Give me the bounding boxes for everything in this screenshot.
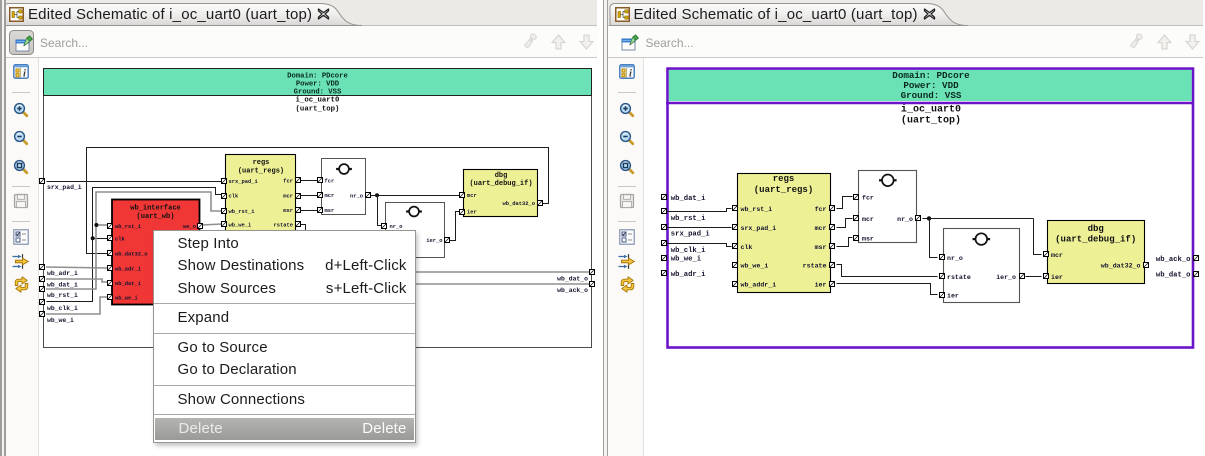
svg-text:msr: msr <box>325 208 335 214</box>
svg-text:srx_pad_i: srx_pad_i <box>671 230 711 238</box>
svg-text:wb_we_i: wb_we_i <box>671 255 702 263</box>
svg-text:wb_ack_o: wb_ack_o <box>1156 256 1191 264</box>
svg-text:wb_dat_i: wb_dat_i <box>47 282 78 289</box>
svg-text:wb_we_i: wb_we_i <box>229 223 252 229</box>
svg-text:wb_adr_i: wb_adr_i <box>671 271 706 279</box>
svg-text:clk: clk <box>741 244 753 251</box>
svg-text:fcr: fcr <box>325 178 335 184</box>
svg-text:wb_ack_o: wb_ack_o <box>557 287 588 294</box>
svg-text:mcr: mcr <box>325 193 335 199</box>
svg-text:msr: msr <box>283 208 293 214</box>
svg-text:dbg: dbg <box>495 172 508 180</box>
svg-text:regs: regs <box>773 174 795 184</box>
svg-text:mcr: mcr <box>283 194 293 200</box>
svg-text:wb_dat_o: wb_dat_o <box>1156 271 1191 279</box>
svg-text:wb_clk_i: wb_clk_i <box>671 247 706 255</box>
svg-text:ier: ier <box>815 282 827 289</box>
svg-text:wb_rst_i: wb_rst_i <box>671 215 706 223</box>
svg-text:ier: ier <box>947 293 959 300</box>
svg-text:(uart_regs): (uart_regs) <box>754 185 814 195</box>
svg-text:rstate: rstate <box>947 274 971 281</box>
svg-text:msr: msr <box>815 244 827 251</box>
svg-text:wb_dat32_o: wb_dat32_o <box>503 201 536 207</box>
svg-text:clk: clk <box>115 237 125 243</box>
svg-text:rstate: rstate <box>803 263 827 270</box>
svg-text:wb_rst_i: wb_rst_i <box>741 206 773 213</box>
svg-text:wb_dat_i: wb_dat_i <box>115 281 142 287</box>
svg-text:wb_we_i: wb_we_i <box>741 263 769 270</box>
svg-text:Domain: PDcore: Domain: PDcore <box>287 72 348 80</box>
svg-text:regs: regs <box>253 159 270 167</box>
svg-text:ier_o: ier_o <box>996 274 1016 281</box>
svg-text:(uart_debug_if): (uart_debug_if) <box>469 180 532 188</box>
svg-text:dbg: dbg <box>1088 224 1104 234</box>
svg-text:wb_rst_i: wb_rst_i <box>229 209 256 215</box>
svg-text:wb_adr_i: wb_adr_i <box>115 266 142 272</box>
svg-text:Ground: VSS: Ground: VSS <box>901 90 962 101</box>
svg-text:srx_pad_i: srx_pad_i <box>229 179 259 185</box>
svg-text:wb_dat32_o: wb_dat32_o <box>1101 263 1141 270</box>
svg-text:wb_rst_i: wb_rst_i <box>115 224 142 230</box>
svg-text:wb_dat32_o: wb_dat32_o <box>115 251 148 257</box>
svg-text:(uart_regs): (uart_regs) <box>238 167 284 175</box>
svg-text:ier: ier <box>467 210 477 216</box>
svg-text:i_oc_uart0: i_oc_uart0 <box>901 104 961 116</box>
svg-text:wb_adr_i: wb_adr_i <box>47 270 78 277</box>
svg-text:(uart_debug_if): (uart_debug_if) <box>1055 234 1136 244</box>
svg-text:mcr: mcr <box>862 216 874 223</box>
svg-text:srx_pad_i: srx_pad_i <box>47 184 82 191</box>
svg-text:Ground: VSS: Ground: VSS <box>294 88 342 96</box>
svg-text:ier: ier <box>1051 274 1063 281</box>
svg-text:wb_dat_i: wb_dat_i <box>671 195 706 203</box>
svg-text:nr_o: nr_o <box>350 194 363 200</box>
svg-text:fcr: fcr <box>862 195 874 202</box>
svg-text:fcr: fcr <box>283 179 293 185</box>
svg-text:wb_we_i: wb_we_i <box>115 296 138 302</box>
svg-text:mcr: mcr <box>467 193 477 199</box>
svg-text:mcr: mcr <box>1051 252 1063 259</box>
svg-text:i: i <box>23 68 26 78</box>
svg-text:wb_clk_i: wb_clk_i <box>47 305 78 312</box>
svg-text:i: i <box>628 68 631 78</box>
svg-text:(uart_top): (uart_top) <box>901 115 961 127</box>
svg-text:Power: VDD: Power: VDD <box>296 80 340 88</box>
svg-text:wb_interface: wb_interface <box>130 205 181 213</box>
svg-text:rstate: rstate <box>274 223 294 229</box>
svg-text:wb_rst_i: wb_rst_i <box>47 292 78 299</box>
svg-text:wb_we_i: wb_we_i <box>47 317 74 324</box>
svg-text:wb_dat_o: wb_dat_o <box>557 276 588 283</box>
svg-text:srx_pad_i: srx_pad_i <box>741 225 777 232</box>
svg-text:msr: msr <box>862 235 874 242</box>
svg-text:fcr: fcr <box>815 206 827 213</box>
svg-text:nr_o: nr_o <box>947 255 963 262</box>
svg-text:mcr: mcr <box>815 225 827 232</box>
svg-text:i_oc_uart0: i_oc_uart0 <box>296 97 340 105</box>
svg-text:(uart_top): (uart_top) <box>296 106 340 114</box>
svg-text:(uart_wb): (uart_wb) <box>137 213 175 221</box>
svg-text:ier_o: ier_o <box>426 238 442 244</box>
svg-text:wb_addr_i: wb_addr_i <box>741 282 777 289</box>
svg-text:nr_o: nr_o <box>897 216 913 223</box>
svg-text:clk: clk <box>229 194 239 200</box>
